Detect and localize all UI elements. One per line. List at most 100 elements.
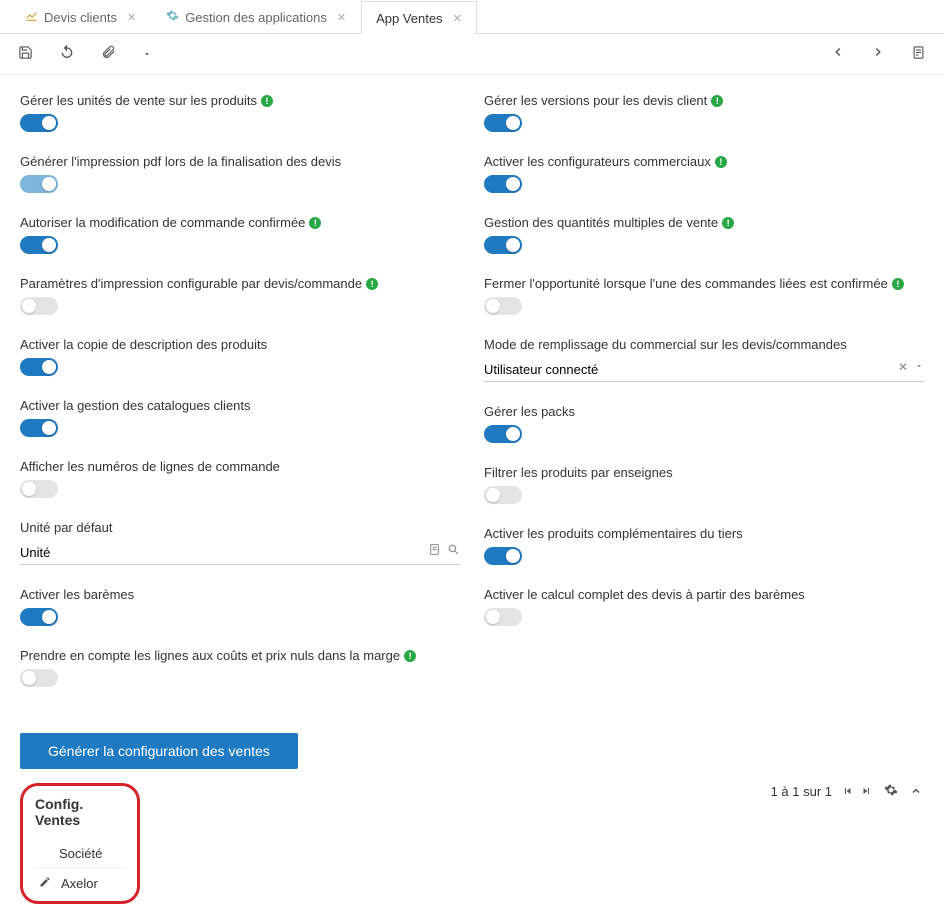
generate-config-button[interactable]: Générer la configuration des ventes [20,733,298,769]
toggle[interactable] [484,236,522,254]
field-label: Paramètres d'impression configurable par… [20,276,460,291]
config-row[interactable]: Axelor [35,868,125,891]
config-column-header: Société [35,840,125,868]
label-text: Gérer les unités de vente sur les produi… [20,93,257,108]
config-row-value: Axelor [61,876,98,891]
field: Gérer les packs [484,404,924,443]
label-text: Afficher les numéros de lignes de comman… [20,459,280,474]
label-text: Autoriser la modification de commande co… [20,215,305,230]
prev-button[interactable] [827,43,849,65]
info-icon[interactable]: ! [309,217,321,229]
label-text: Activer les produits complémentaires du … [484,526,743,541]
save-button[interactable] [14,43,37,66]
close-icon[interactable]: ✕ [337,11,346,24]
left-column: Gérer les unités de vente sur les produi… [20,93,460,709]
field: Paramètres d'impression configurable par… [20,276,460,315]
info-icon[interactable]: ! [261,95,273,107]
info-icon[interactable]: ! [366,278,378,290]
toggle[interactable] [20,175,58,193]
info-icon[interactable]: ! [715,156,727,168]
label-text: Fermer l'opportunité lorsque l'une des c… [484,276,888,291]
field-label: Filtrer les produits par enseignes [484,465,924,480]
toolbar [0,34,944,75]
label-text: Gérer les versions pour les devis client [484,93,707,108]
clear-icon[interactable]: ✕ [898,360,908,374]
tab-devis-clients[interactable]: Devis clients ✕ [10,0,151,33]
close-icon[interactable]: ✕ [453,12,462,25]
field-label: Activer les configurateurs commerciaux! [484,154,924,169]
settings-icon[interactable] [882,783,900,800]
toggle[interactable] [20,608,58,626]
field-label: Activer la copie de description des prod… [20,337,460,352]
label-text: Unité par défaut [20,520,113,535]
document-button[interactable] [907,43,930,66]
field: Afficher les numéros de lignes de comman… [20,459,460,498]
field: Filtrer les produits par enseignes [484,465,924,504]
text-input[interactable] [20,541,460,565]
field-label: Gérer les versions pour les devis client… [484,93,924,108]
info-icon[interactable]: ! [892,278,904,290]
gear-icon [166,9,179,25]
field-label: Afficher les numéros de lignes de comman… [20,459,460,474]
field: Gérer les unités de vente sur les produi… [20,93,460,132]
info-icon[interactable]: ! [722,217,734,229]
toggle[interactable] [484,297,522,315]
toggle[interactable] [484,608,522,626]
label-text: Activer la gestion des catalogues client… [20,398,251,413]
toggle[interactable] [484,175,522,193]
toggle[interactable] [484,425,522,443]
field: Activer les configurateurs commerciaux! [484,154,924,193]
search-icon[interactable] [447,543,460,559]
label-text: Activer le calcul complet des devis à pa… [484,587,805,602]
dropdown-button[interactable] [138,44,156,65]
info-icon[interactable]: ! [404,650,416,662]
field-label: Gérer les unités de vente sur les produi… [20,93,460,108]
tab-bar: Devis clients ✕ Gestion des applications… [0,0,944,34]
config-ventes-section: Config. Ventes Société Axelor [20,783,140,904]
field-label: Gérer les packs [484,404,924,419]
toggle[interactable] [20,419,58,437]
field: Gérer les versions pour les devis client… [484,93,924,132]
toggle[interactable] [484,114,522,132]
collapse-icon[interactable] [908,784,924,800]
field: Générer l'impression pdf lors de la fina… [20,154,460,193]
toggle[interactable] [484,547,522,565]
toggle[interactable] [20,358,58,376]
document-icon[interactable] [428,543,441,559]
select-input[interactable] [484,358,924,381]
field-label: Activer les produits complémentaires du … [484,526,924,541]
toggle[interactable] [484,486,522,504]
tab-label: Gestion des applications [185,10,327,25]
field: Autoriser la modification de commande co… [20,215,460,254]
chevron-down-icon[interactable] [914,360,924,374]
close-icon[interactable]: ✕ [127,11,136,24]
label-text: Activer les configurateurs commerciaux [484,154,711,169]
tab-gestion-applications[interactable]: Gestion des applications ✕ [151,0,361,33]
toggle[interactable] [20,669,58,687]
toggle[interactable] [20,297,58,315]
field: Gestion des quantités multiples de vente… [484,215,924,254]
field-label: Activer les barèmes [20,587,460,602]
field: Unité par défaut [20,520,460,565]
field: Activer la gestion des catalogues client… [20,398,460,437]
field: Activer la copie de description des prod… [20,337,460,376]
config-title: Config. Ventes [35,796,125,828]
field-label: Autoriser la modification de commande co… [20,215,460,230]
pager-first-button[interactable] [840,784,856,800]
toggle[interactable] [20,114,58,132]
chart-icon [25,9,38,25]
pager-last-button[interactable] [858,784,874,800]
next-button[interactable] [867,43,889,65]
undo-button[interactable] [55,42,79,66]
toggle[interactable] [20,480,58,498]
toggle[interactable] [20,236,58,254]
label-text: Gérer les packs [484,404,575,419]
tab-app-ventes[interactable]: App Ventes ✕ [361,1,477,34]
info-icon[interactable]: ! [711,95,723,107]
field: Activer le calcul complet des devis à pa… [484,587,924,626]
field-label: Activer la gestion des catalogues client… [20,398,460,413]
attachment-button[interactable] [97,43,120,66]
field-label: Unité par défaut [20,520,460,535]
field: Prendre en compte les lignes aux coûts e… [20,648,460,687]
edit-icon[interactable] [39,876,51,891]
